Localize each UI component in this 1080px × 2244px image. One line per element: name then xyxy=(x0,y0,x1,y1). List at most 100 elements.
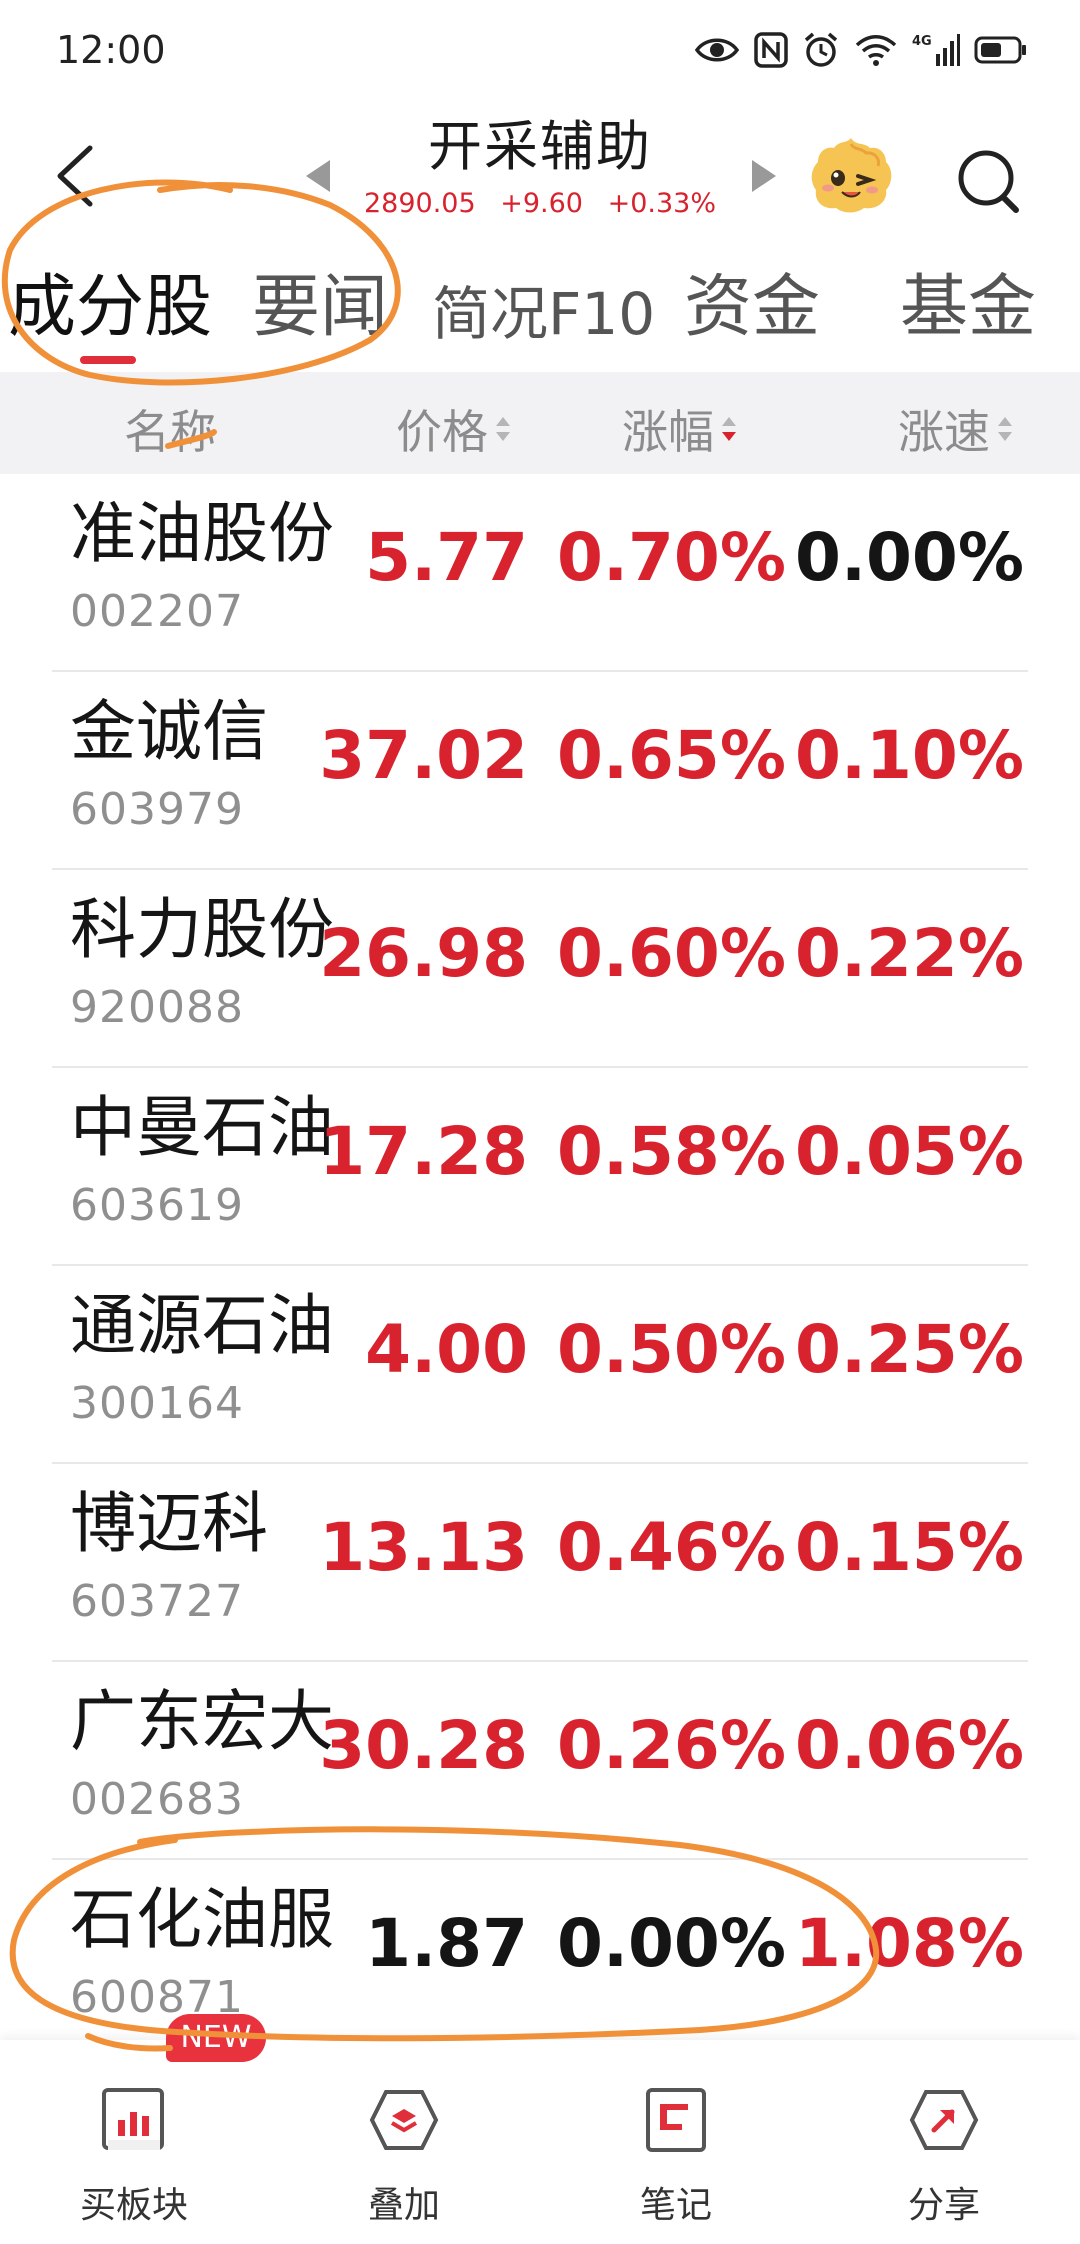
stock-speed: 0.22% xyxy=(795,915,1024,992)
stock-speed: 1.08% xyxy=(795,1905,1024,1982)
bottom-toolbar: 买板块 叠加 笔记 分享 xyxy=(0,2040,1080,2244)
header: 开采辅助 2890.05 +9.60 +0.33% xyxy=(0,100,1080,250)
bar-chart-icon xyxy=(102,2088,164,2150)
share-label: 分享 xyxy=(907,2185,980,2226)
mascot-icon[interactable] xyxy=(806,132,896,216)
column-price[interactable]: 价格 xyxy=(396,396,512,462)
stock-price: 30.28 xyxy=(319,1707,528,1784)
sort-icon xyxy=(496,417,510,441)
column-speed-label: 涨速 xyxy=(898,405,990,459)
battery-icon xyxy=(974,36,1026,64)
stock-row[interactable]: 中曼石油 603619 17.28 0.58% 0.05% xyxy=(0,1068,1080,1266)
previous-sector-icon[interactable] xyxy=(300,156,334,196)
stock-name: 科力股份 xyxy=(70,891,334,968)
nfc-icon xyxy=(754,32,788,68)
stock-row[interactable]: 博迈科 603727 13.13 0.46% 0.15% xyxy=(0,1464,1080,1662)
stock-change: 0.46% xyxy=(557,1509,786,1586)
stock-change: 0.58% xyxy=(557,1113,786,1190)
stock-price: 13.13 xyxy=(319,1509,528,1586)
title-block: 开采辅助 2890.05 +9.60 +0.33% xyxy=(340,114,740,219)
stock-name: 中曼石油 xyxy=(70,1089,334,1166)
stock-speed: 0.25% xyxy=(795,1311,1024,1388)
stock-price: 1.87 xyxy=(365,1905,528,1982)
signal-4g-icon: 4G xyxy=(912,34,960,66)
stock-name: 准油股份 xyxy=(70,495,334,572)
stock-change: 0.65% xyxy=(557,717,786,794)
stock-name: 通源石油 xyxy=(70,1287,334,1364)
stock-change: 0.00% xyxy=(557,1905,786,1982)
new-badge: NEW xyxy=(166,2014,266,2062)
notes-button[interactable]: 笔记 xyxy=(596,2082,756,2228)
index-quote: 2890.05 +9.60 +0.33% xyxy=(340,188,740,219)
stock-price: 4.00 xyxy=(365,1311,528,1388)
overlay-button[interactable]: 叠加 xyxy=(324,2082,484,2228)
sort-icon xyxy=(998,417,1012,441)
stock-name: 广东宏大 xyxy=(70,1683,334,1760)
stock-code: 603979 xyxy=(70,784,244,835)
stock-change: 0.70% xyxy=(557,519,786,596)
tab-capital[interactable]: 资金 xyxy=(684,268,820,348)
share-icon xyxy=(909,2090,979,2150)
stock-row[interactable]: 金诚信 603979 37.02 0.65% 0.10% xyxy=(0,672,1080,870)
stock-name: 博迈科 xyxy=(70,1485,268,1562)
stock-change: 0.50% xyxy=(557,1311,786,1388)
stock-price: 26.98 xyxy=(319,915,528,992)
stock-speed: 0.00% xyxy=(795,519,1024,596)
stock-speed: 0.15% xyxy=(795,1509,1024,1586)
tab-fund[interactable]: 基金 xyxy=(900,268,1036,348)
tab-f10[interactable]: 简况F10 xyxy=(432,274,655,354)
stock-row[interactable]: 准油股份 002207 5.77 0.70% 0.00% xyxy=(0,474,1080,672)
layers-icon xyxy=(369,2090,439,2150)
index-change-pct: +0.33% xyxy=(607,188,716,219)
stock-speed: 0.10% xyxy=(795,717,1024,794)
notes-label: 笔记 xyxy=(639,2185,712,2226)
tab-components[interactable]: 成分股 xyxy=(8,268,212,348)
stock-change: 0.26% xyxy=(557,1707,786,1784)
active-tab-indicator xyxy=(80,356,136,364)
column-price-label: 价格 xyxy=(396,405,488,459)
stock-price: 17.28 xyxy=(319,1113,528,1190)
stock-name: 石化油服 xyxy=(70,1881,334,1958)
stock-name: 金诚信 xyxy=(70,693,268,770)
column-change[interactable]: 涨幅 xyxy=(622,396,738,462)
stock-row[interactable]: 科力股份 920088 26.98 0.60% 0.22% xyxy=(0,870,1080,1068)
page-title: 开采辅助 xyxy=(428,115,652,178)
stock-speed: 0.06% xyxy=(795,1707,1024,1784)
next-sector-icon[interactable] xyxy=(748,156,782,196)
stock-code: 920088 xyxy=(70,982,244,1033)
status-bar: 12:00 4G xyxy=(0,0,1080,100)
index-change: +9.60 xyxy=(500,188,583,219)
status-icons: 4G xyxy=(694,26,1028,74)
note-icon xyxy=(646,2088,706,2152)
stock-code: 603619 xyxy=(70,1180,244,1231)
search-icon[interactable] xyxy=(950,142,1026,218)
column-change-label: 涨幅 xyxy=(622,405,714,459)
stock-change: 0.60% xyxy=(557,915,786,992)
status-time: 12:00 xyxy=(56,28,166,72)
stock-speed: 0.05% xyxy=(795,1113,1024,1190)
column-name: 名称 xyxy=(124,405,216,459)
tab-bar: 成分股 要闻 简况F10 资金 基金 xyxy=(0,250,1080,370)
eye-icon xyxy=(694,38,740,62)
tab-news[interactable]: 要闻 xyxy=(252,268,388,348)
share-button[interactable]: 分享 xyxy=(864,2082,1024,2228)
buy-sector-label: 买板块 xyxy=(79,2185,188,2226)
stock-row[interactable]: 通源石油 300164 4.00 0.50% 0.25% xyxy=(0,1266,1080,1464)
alarm-icon xyxy=(804,32,838,67)
back-icon[interactable] xyxy=(46,140,106,212)
index-value: 2890.05 xyxy=(364,188,476,219)
buy-sector-button[interactable]: 买板块 xyxy=(54,2082,214,2228)
stock-code: 002683 xyxy=(70,1774,244,1825)
stock-price: 37.02 xyxy=(319,717,528,794)
stock-row[interactable]: 石化油服 600871 1.87 0.00% 1.08% xyxy=(0,1860,1080,2058)
column-speed[interactable]: 涨速 xyxy=(898,396,1014,462)
stock-code: 300164 xyxy=(70,1378,244,1429)
stock-code: 603727 xyxy=(70,1576,244,1627)
stock-code: 002207 xyxy=(70,586,244,637)
stock-price: 5.77 xyxy=(365,519,528,596)
column-header: 名称 价格 涨幅 涨速 xyxy=(0,372,1080,474)
stock-row[interactable]: 广东宏大 002683 30.28 0.26% 0.06% xyxy=(0,1662,1080,1860)
wifi-icon xyxy=(855,35,897,66)
overlay-label: 叠加 xyxy=(367,2185,440,2226)
sort-desc-icon xyxy=(722,417,736,441)
